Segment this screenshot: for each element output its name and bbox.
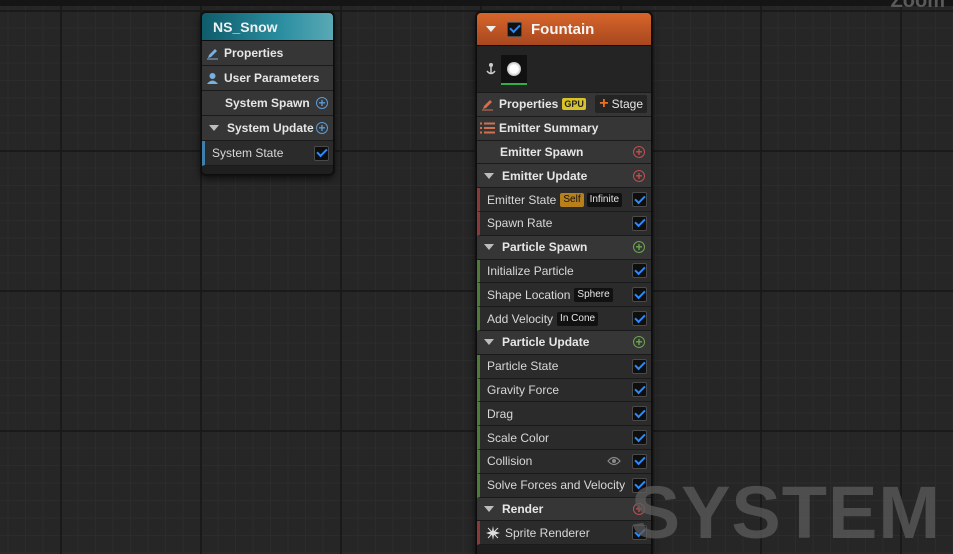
module-row-shape-location[interactable]: Shape Location Sphere [477, 283, 651, 308]
module-row-particle-state[interactable]: Particle State [477, 354, 651, 379]
self-tag: Self [560, 192, 584, 207]
ns-snow-title[interactable]: NS_Snow [202, 13, 333, 41]
user-icon [206, 72, 219, 85]
module-enable-checkbox[interactable] [632, 453, 647, 469]
plus-icon: + [599, 95, 609, 113]
module-row-solve-forces-and-velocity[interactable]: Solve Forces and Velocity [477, 473, 651, 498]
particle-update-label: Particle Update [502, 335, 590, 350]
pencil-icon [481, 98, 494, 111]
pencil-icon [206, 47, 219, 60]
module-label: Shape Location [487, 287, 571, 302]
module-row-initialize-particle[interactable]: Initialize Particle [477, 259, 651, 284]
emitter-spawn-label: Emitter Spawn [500, 144, 584, 159]
add-system-update-module-icon[interactable]: + [316, 122, 328, 134]
ns-snow-properties-row[interactable]: Properties [202, 41, 333, 66]
top-bar [0, 0, 953, 6]
ns-snow-system-update-row[interactable]: System Update + [202, 116, 333, 141]
module-enable-checkbox[interactable] [632, 382, 647, 398]
ns-snow-system-spawn-row[interactable]: System Spawn + [202, 91, 333, 116]
add-emitter-update-module-icon[interactable]: + [633, 169, 645, 182]
module-enable-checkbox[interactable] [314, 145, 329, 161]
module-label: Gravity Force [487, 382, 560, 397]
system-update-label: System Update [227, 121, 314, 135]
module-label: Drag [487, 406, 514, 421]
gpu-badge: GPU [562, 98, 586, 111]
add-emitter-spawn-module-icon[interactable]: + [633, 145, 645, 158]
fountain-header[interactable]: Fountain [477, 13, 651, 46]
module-label: Scale Color [487, 430, 550, 445]
module-row-emitter-state[interactable]: Emitter State Self Infinite [477, 188, 651, 212]
chevron-down-icon[interactable] [484, 505, 494, 512]
emitter-update-label: Emitter Update [502, 168, 588, 183]
properties-label: Properties [224, 46, 284, 60]
chevron-down-icon[interactable] [484, 172, 494, 179]
module-row-spawn-rate[interactable]: Spawn Rate [477, 211, 651, 236]
sprite-thumbnail[interactable] [501, 55, 527, 85]
system-spawn-label: System Spawn [225, 96, 310, 110]
ns-snow-user-parameters-row[interactable]: User Parameters [202, 66, 333, 91]
module-row-scale-color[interactable]: Scale Color [477, 426, 651, 450]
emitter-update-row[interactable]: Emitter Update + [477, 164, 651, 189]
chevron-down-icon[interactable] [486, 26, 496, 32]
chevron-down-icon[interactable] [484, 244, 494, 251]
sprite-preview-icon [507, 62, 521, 76]
infinite-tag: Infinite [586, 192, 623, 207]
module-label: Emitter State [487, 192, 557, 207]
zoom-label: Zoom [890, 0, 945, 12]
emitter-node-fountain[interactable]: Fountain Properties GPU + Stage Emitter … [476, 12, 652, 554]
system-watermark: SYSTEM [630, 471, 941, 554]
module-enable-checkbox[interactable] [632, 430, 647, 446]
emitter-summary-row[interactable]: Emitter Summary [477, 116, 651, 141]
particle-spawn-label: Particle Spawn [502, 240, 588, 255]
module-enable-checkbox[interactable] [632, 215, 647, 231]
add-system-spawn-module-icon[interactable]: + [316, 97, 328, 109]
eye-icon[interactable] [607, 456, 621, 466]
properties-label: Properties [499, 97, 559, 112]
add-particle-spawn-module-icon[interactable]: + [633, 241, 645, 254]
chevron-down-icon[interactable] [209, 125, 219, 131]
emitter-summary-label: Emitter Summary [499, 121, 599, 136]
module-label: Particle State [487, 359, 559, 374]
add-stage-button[interactable]: + Stage [595, 95, 647, 114]
sphere-tag: Sphere [574, 287, 613, 302]
module-enable-checkbox[interactable] [632, 263, 647, 279]
module-label: Solve Forces and Velocity [487, 478, 626, 493]
chevron-down-icon[interactable] [484, 339, 494, 346]
in-cone-tag: In Cone [557, 311, 599, 326]
thumbnail-underline [501, 83, 527, 85]
module-enable-checkbox[interactable] [632, 192, 647, 208]
stage-label: Stage [611, 97, 643, 112]
renderer-thumbnails [477, 46, 651, 93]
anchor-icon[interactable] [485, 62, 497, 76]
module-row-system-state[interactable]: System State [202, 141, 333, 166]
emitter-spawn-row[interactable]: Emitter Spawn + [477, 140, 651, 165]
module-enable-checkbox[interactable] [632, 406, 647, 422]
particle-update-row[interactable]: Particle Update + [477, 330, 651, 355]
module-row-sprite-renderer[interactable]: Sprite Renderer [477, 521, 651, 546]
module-label: Spawn Rate [487, 216, 553, 231]
particle-spawn-row[interactable]: Particle Spawn + [477, 235, 651, 260]
emitter-enable-checkbox[interactable] [507, 21, 522, 37]
module-label: System State [212, 146, 284, 160]
module-label: Sprite Renderer [505, 525, 590, 540]
module-label: Initialize Particle [487, 263, 574, 278]
module-label: Collision [487, 454, 533, 469]
module-enable-checkbox[interactable] [632, 287, 647, 303]
module-row-collision[interactable]: Collision [477, 449, 651, 474]
module-row-gravity-force[interactable]: Gravity Force [477, 378, 651, 403]
fountain-title: Fountain [531, 20, 595, 38]
module-enable-checkbox[interactable] [632, 358, 647, 374]
module-enable-checkbox[interactable] [632, 311, 647, 327]
sprite-renderer-icon [486, 525, 500, 540]
render-label: Render [502, 501, 544, 516]
user-parameters-label: User Parameters [224, 71, 320, 85]
render-row[interactable]: Render + [477, 497, 651, 522]
fountain-properties-row[interactable]: Properties GPU + Stage [477, 93, 651, 117]
list-icon [480, 122, 495, 134]
module-row-add-velocity[interactable]: Add Velocity In Cone [477, 307, 651, 331]
module-row-drag[interactable]: Drag [477, 402, 651, 427]
add-particle-update-module-icon[interactable]: + [633, 336, 645, 349]
system-node-ns-snow[interactable]: NS_Snow Properties User Parameters Syste… [201, 12, 334, 175]
module-label: Add Velocity [487, 311, 554, 326]
